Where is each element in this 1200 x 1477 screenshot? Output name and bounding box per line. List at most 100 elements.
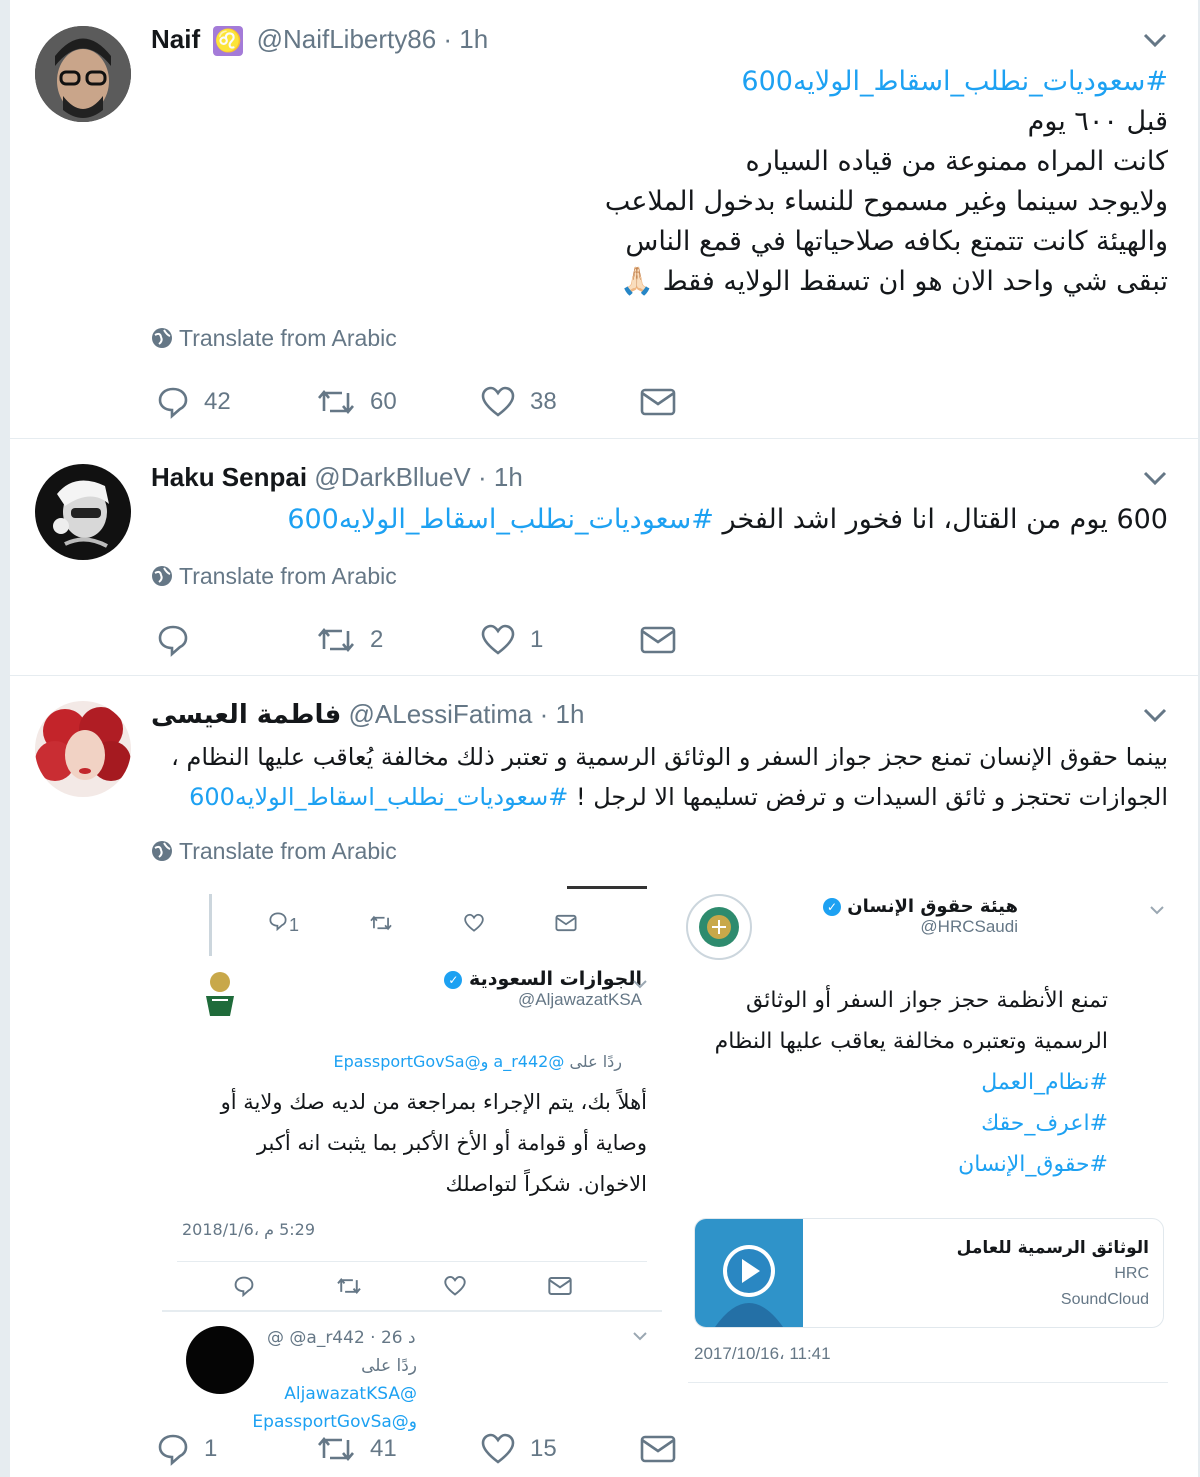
direct-message-button[interactable] (640, 380, 690, 424)
retweet-icon[interactable] (336, 1275, 362, 1297)
like-count: 1 (530, 626, 544, 653)
direct-message-button[interactable] (640, 618, 690, 662)
account-handle[interactable]: @AljawazatKSA (444, 990, 642, 1010)
tweet-text: بينما حقوق الإنسان تمنع حجز جواز السفر و… (158, 737, 1168, 817)
account-info: الجوازات السعودية ✓ @AljawazatKSA (444, 968, 642, 1010)
retweet-icon (318, 389, 354, 415)
retweet-count: 60 (370, 388, 397, 415)
reply-button[interactable]: 42 (156, 380, 231, 424)
chevron-down-icon[interactable] (1142, 30, 1168, 50)
card-thumbnail (695, 1219, 803, 1327)
reply-timestamp[interactable]: 5:29 م ،2018/1/6 (182, 1220, 342, 1239)
divider (688, 1382, 1168, 1383)
chevron-down-icon[interactable] (632, 978, 648, 990)
envelope-icon[interactable] (547, 1276, 572, 1296)
hashtag-link[interactable]: #حقوق_الإنسان (688, 1144, 1108, 1185)
author-handle[interactable]: @DarkBllueV (314, 462, 470, 492)
sub-reply-handle[interactable]: @ @a_r442 · 26 د (267, 1324, 417, 1352)
reply-line: وصاية أو قوامة أو الأخ الأكبر بما يثبت ا… (256, 1131, 647, 1155)
account-name[interactable]: هيئة حقوق الإنسان (847, 896, 1018, 917)
tweet-actions: 2 1 (156, 618, 716, 662)
account-handle[interactable]: @HRCSaudi (758, 917, 1018, 937)
reply-button[interactable] (156, 618, 204, 662)
avatar[interactable] (192, 966, 248, 1022)
hashtag-link[interactable]: #اعرف_حقك (688, 1103, 1108, 1144)
embedded-tweet-screenshot[interactable]: هيئة حقوق الإنسان ✓ @HRCSaudi تمنع الأنظ… (678, 886, 1168, 1386)
retweet-button[interactable]: 60 (316, 380, 397, 424)
translate-label: Translate from Arabic (179, 325, 397, 351)
avatar-image (35, 464, 131, 560)
tweet-card[interactable]: Haku Senpai @DarkBllueV · 1h 600 يوم من … (10, 438, 1198, 676)
cut-text-fragment (567, 886, 647, 895)
tweet-feed: Naif ♌ @NaifLiberty86 · 1h #سعوديات_نطلب… (10, 0, 1198, 1477)
author-name[interactable]: Haku Senpai (151, 462, 307, 492)
translate-label: Translate from Arabic (179, 838, 397, 864)
tweet-time[interactable]: · 1h (478, 462, 523, 492)
tweet-timestamp[interactable]: 11:41 ،2017/10/16 (694, 1344, 831, 1364)
retweet-count: 2 (370, 626, 384, 653)
soundcloud-card[interactable]: الوثائق الرسمية للعامل HRC SoundCloud (694, 1218, 1164, 1328)
mini-actions: 1 (232, 908, 612, 938)
author-name[interactable]: فاطمة العيسى (151, 700, 341, 730)
tweet-card[interactable]: Naif ♌ @NaifLiberty86 · 1h #سعوديات_نطلب… (10, 0, 1198, 439)
reply-to-label: ردًا على (569, 1052, 622, 1071)
avatar-image (35, 701, 131, 797)
translate-link[interactable]: Translate from Arabic (151, 325, 397, 352)
embedded-reply-screenshot[interactable]: 1 الجوازات السعودية ✓ @AljawazatKSA ردًا… (152, 886, 662, 1446)
avatar[interactable] (35, 26, 131, 122)
tweet-time[interactable]: · 1h (540, 699, 585, 729)
reply-to-handle[interactable]: @AljawazatKSA (284, 1384, 417, 1404)
emblem-icon (206, 972, 234, 1016)
retweet-icon (318, 627, 354, 653)
heart-icon[interactable] (463, 913, 485, 933)
tweet-header: فاطمة العيسى @ALessiFatima · 1h (151, 699, 584, 730)
play-icon (715, 1245, 783, 1327)
translate-link[interactable]: Translate from Arabic (151, 563, 397, 590)
account-name[interactable]: الجوازات السعودية (469, 968, 642, 990)
avatar[interactable] (35, 701, 131, 797)
avatar[interactable] (186, 1326, 254, 1394)
retweet-button[interactable]: 2 (316, 618, 383, 662)
tweet-time[interactable]: · 1h (443, 24, 488, 54)
reply-icon (269, 911, 287, 931)
chevron-down-icon[interactable] (1148, 904, 1166, 916)
reply-to-handle[interactable]: و@EpassportGovSa (252, 1408, 417, 1436)
reply-count: 1 (288, 914, 299, 935)
author-handle[interactable]: @NaifLiberty86 (257, 24, 437, 54)
avatar[interactable] (35, 464, 131, 560)
avatar[interactable] (686, 894, 752, 960)
chevron-down-icon[interactable] (1142, 705, 1168, 725)
retweet-icon[interactable] (369, 913, 393, 933)
heart-icon[interactable] (443, 1275, 467, 1297)
translate-label: Translate from Arabic (179, 563, 397, 589)
like-button[interactable]: 1 (480, 618, 543, 662)
author-name[interactable]: Naif (151, 24, 200, 54)
reply-text: أهلاً بك، يتم الإجراء بمراجعة من لديه صك… (182, 1082, 647, 1205)
reply-icon[interactable] (233, 1275, 255, 1297)
divider (162, 1310, 662, 1312)
envelope-icon (640, 388, 676, 416)
envelope-icon[interactable] (555, 914, 577, 932)
reply-button[interactable]: 1 (267, 911, 299, 936)
author-handle[interactable]: @ALessiFatima (349, 699, 533, 729)
verified-icon: ✓ (823, 898, 842, 916)
chevron-down-icon[interactable] (632, 1330, 648, 1342)
hashtag-link[interactable]: #نظام_العمل (688, 1062, 1108, 1103)
like-count: 38 (530, 388, 557, 415)
reply-to-handles[interactable]: @a_r442 و@EpassportGovSa (333, 1052, 564, 1071)
hashtag-link[interactable]: #سعوديات_نطلب_اسقاط_الولايه600 (287, 504, 714, 535)
heart-icon (481, 624, 515, 655)
tweet-text: #سعوديات_نطلب_اسقاط_الولايه600 قبل ٦٠٠ ي… (268, 62, 1168, 302)
tweet-line: والهيئة كانت تتمتع بكافه صلاحياتها في قم… (625, 226, 1168, 257)
globe-icon (152, 328, 172, 348)
translate-link[interactable]: Translate from Arabic (151, 838, 397, 865)
tweet-actions: 42 60 38 (156, 380, 716, 424)
card-author: HRC (1114, 1265, 1149, 1282)
globe-icon (152, 841, 172, 861)
like-button[interactable]: 38 (480, 380, 557, 424)
hashtag-link[interactable]: #سعوديات_نطلب_اسقاط_الولايه600 (189, 783, 568, 811)
chevron-down-icon[interactable] (1142, 468, 1168, 488)
reply-context: ردًا على @a_r442 و@EpassportGovSa (182, 1052, 622, 1071)
hashtag-link[interactable]: #سعوديات_نطلب_اسقاط_الولايه600 (268, 62, 1168, 102)
tweet-line: كانت المراه ممنوعة من قياده السياره (745, 146, 1169, 177)
